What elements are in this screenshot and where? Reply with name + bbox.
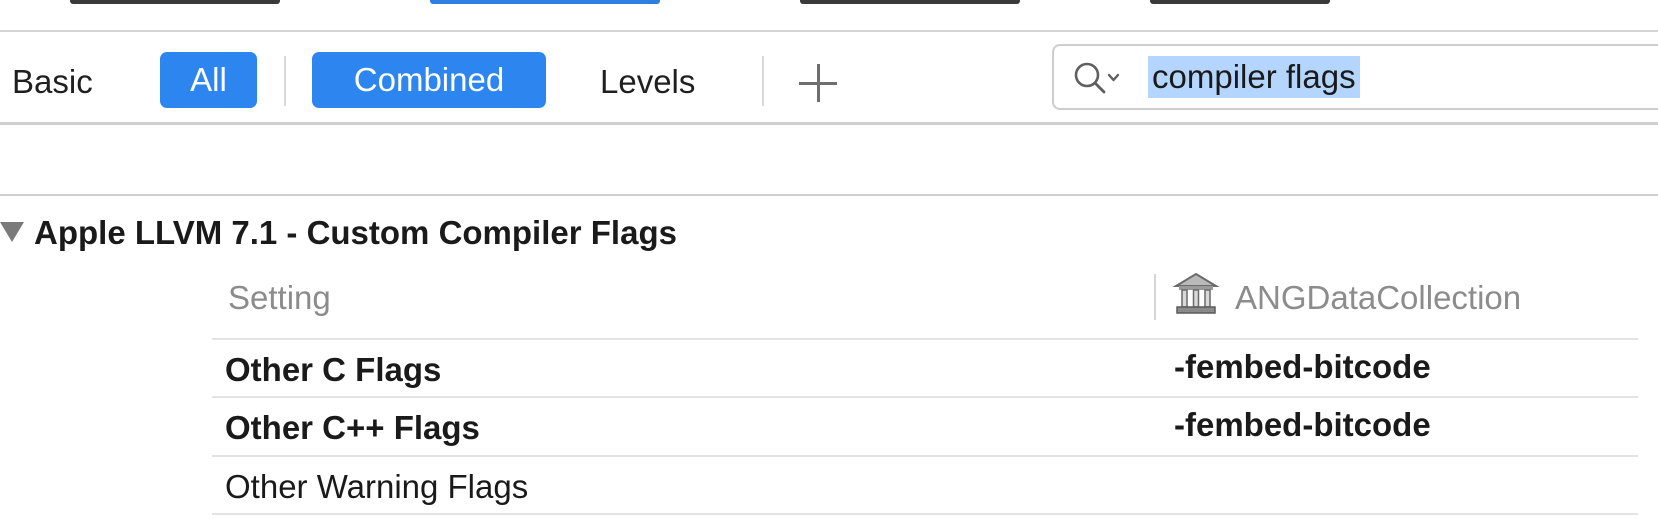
setting-value-other-c-flags[interactable]: -fembed-bitcode xyxy=(1174,344,1431,390)
setting-value-other-cpp-flags[interactable]: -fembed-bitcode xyxy=(1174,402,1431,448)
editor-tab-strip xyxy=(0,0,1658,30)
column-header-setting[interactable]: Setting xyxy=(228,276,331,320)
divider xyxy=(0,122,1658,125)
row-divider xyxy=(212,455,1638,457)
scope-tab-all[interactable]: All xyxy=(160,52,257,108)
view-tab-levels[interactable]: Levels xyxy=(600,54,695,110)
target-building-icon xyxy=(1172,272,1220,314)
section-title[interactable]: Apple LLVM 7.1 - Custom Compiler Flags xyxy=(34,210,677,256)
tab-fragment-selected[interactable] xyxy=(430,0,660,4)
divider xyxy=(762,56,764,106)
setting-name-other-warning-flags[interactable]: Other Warning Flags xyxy=(225,461,528,513)
build-settings-window: Basic All Combined Levels compiler flags… xyxy=(0,0,1658,528)
disclosure-triangle-icon[interactable] xyxy=(0,222,24,242)
divider xyxy=(0,194,1658,196)
scope-tab-basic[interactable]: Basic xyxy=(12,54,93,110)
setting-name-other-cpp-flags[interactable]: Other C++ Flags xyxy=(225,402,480,454)
filter-bar: Basic All Combined Levels compiler flags xyxy=(0,32,1658,124)
tab-fragment[interactable] xyxy=(1150,0,1330,4)
search-input-text[interactable]: compiler flags xyxy=(1148,56,1360,98)
tab-fragment[interactable] xyxy=(800,0,1020,4)
column-header-target[interactable]: ANGDataCollection xyxy=(1235,276,1521,320)
tab-fragment[interactable] xyxy=(70,0,280,4)
row-divider xyxy=(212,396,1638,398)
divider xyxy=(284,56,286,106)
column-divider[interactable] xyxy=(1154,274,1156,320)
row-divider xyxy=(212,513,1638,515)
search-field[interactable]: compiler flags xyxy=(1052,44,1658,110)
view-tab-combined[interactable]: Combined xyxy=(312,52,546,108)
row-divider xyxy=(212,338,1638,340)
setting-name-other-c-flags[interactable]: Other C Flags xyxy=(225,344,441,396)
add-setting-button[interactable] xyxy=(796,60,840,104)
search-icon[interactable] xyxy=(1072,60,1124,96)
